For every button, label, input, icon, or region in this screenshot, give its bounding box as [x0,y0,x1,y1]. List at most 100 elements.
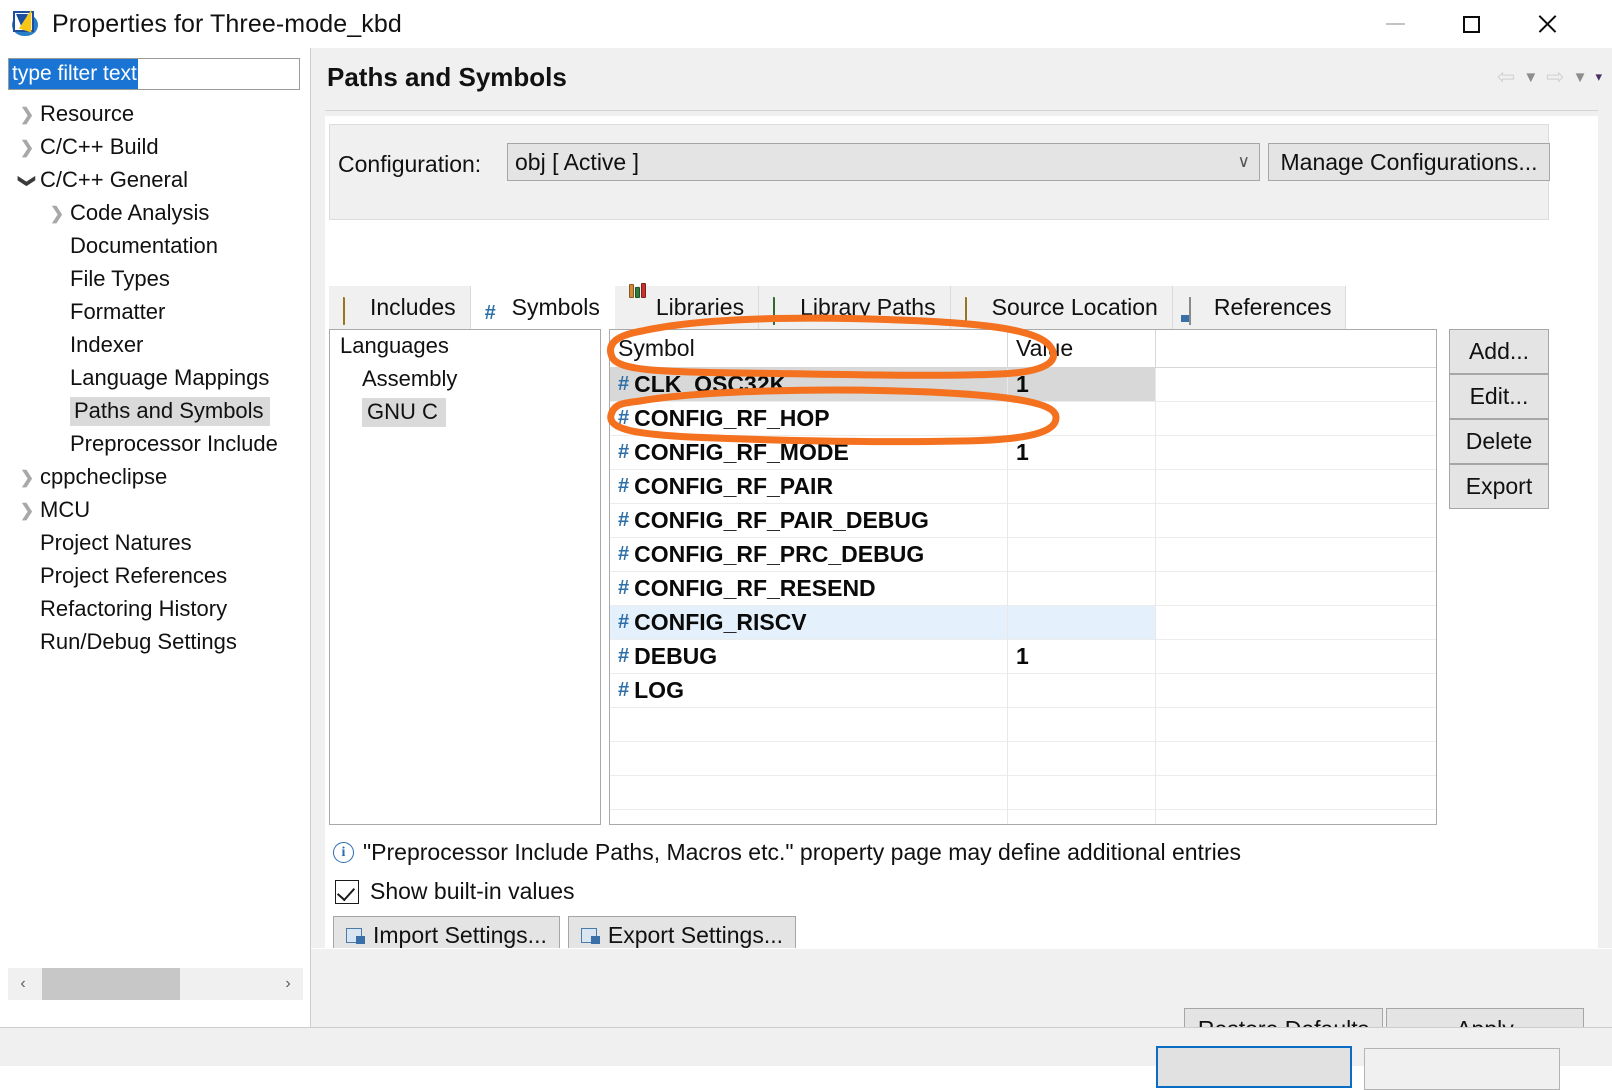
table-row[interactable]: # LOG [610,674,1436,708]
sidebar-item-label: C/C++ General [40,167,188,192]
overflow-chevron-down-icon[interactable]: ▾ [1595,69,1602,85]
checkbox-checked-icon[interactable] [335,879,359,904]
sidebar-item-file-types[interactable]: File Types [0,263,310,296]
back-menu-chevron-down-icon[interactable]: ▼ [1523,69,1538,86]
sidebar-horizontal-scrollbar[interactable]: ‹ › [8,968,303,1000]
configuration-group: Configuration: obj [ Active ] ∨ Manage C… [329,124,1550,220]
maximize-button[interactable] [1440,0,1502,48]
dialog-primary-button[interactable] [1156,1046,1352,1088]
show-builtin-values-checkbox[interactable]: Show built-in values [335,878,575,905]
sidebar-item-c-c-general[interactable]: ❯ C/C++ General [0,164,310,197]
page-header: Paths and Symbols ⇦ ▼ ⇨ ▼ ▾ [311,48,1612,110]
dialog-secondary-button[interactable] [1364,1048,1560,1090]
table-row[interactable]: # DEBUG 1 [610,640,1436,674]
tab-label: Library Paths [800,294,936,320]
preprocessor-info-note: i "Preprocessor Include Paths, Macros et… [333,839,1241,866]
chevron-right-icon[interactable]: ❯ [14,468,40,488]
table-row-empty[interactable] [610,742,1436,776]
scroll-right-arrow-icon[interactable]: › [273,968,303,1000]
minimize-button[interactable] [1364,0,1426,48]
symbol-value: 1 [1016,643,1029,669]
close-button[interactable] [1516,0,1578,48]
tab-includes[interactable]: Includes [329,286,471,329]
sidebar-item-indexer[interactable]: Indexer [0,329,310,362]
languages-panel[interactable]: Languages Assembly GNU C [329,329,601,825]
export-icon [580,927,600,944]
table-row-empty[interactable] [610,776,1436,810]
table-row[interactable]: # CONFIG_RF_MODE 1 [610,436,1436,470]
value-cell [1008,402,1156,436]
properties-content-pane: Paths and Symbols ⇦ ▼ ⇨ ▼ ▾ Configuratio… [311,48,1612,1066]
hash-icon: # [618,679,630,701]
chevron-right-icon[interactable]: ❯ [14,138,40,158]
language-item-assembly[interactable]: Assembly [330,363,600,396]
symbol-name: CONFIG_RF_PAIR [634,473,834,499]
sidebar-item-project-references[interactable]: Project References [0,560,310,593]
settings-sidebar: type filter text ❯Resource❯C/C++ Build❯C… [0,48,310,1008]
tab-symbols[interactable]: # Symbols [470,286,615,329]
add-button[interactable]: Add... [1449,329,1549,374]
empty-cell [1008,810,1156,824]
filler-cell [1156,538,1436,572]
sidebar-item-cppcheclipse[interactable]: ❯ cppcheclipse [0,461,310,494]
sidebar-item-project-natures[interactable]: Project Natures [0,527,310,560]
chevron-right-icon[interactable]: ❯ [14,501,40,521]
sidebar-item-code-analysis[interactable]: ❯ Code Analysis [0,197,310,230]
filter-input[interactable] [8,58,300,90]
forward-menu-chevron-down-icon[interactable]: ▼ [1573,69,1588,86]
delete-button[interactable]: Delete [1449,419,1549,464]
tab-library-paths[interactable]: Library Paths [759,286,951,329]
settings-tree: ❯ Resource ❯ C/C++ Build ❯ C/C++ General ❯ Code… [0,98,310,659]
sidebar-item-mcu[interactable]: ❯ MCU [0,494,310,527]
hash-icon: # [618,475,630,497]
value-cell: 1 [1008,436,1156,470]
export-button[interactable]: Export [1449,464,1549,509]
value-cell: 1 [1008,640,1156,674]
chevron-right-icon[interactable]: ❯ [14,105,40,125]
sidebar-item-label: Project Natures [40,530,192,555]
sidebar-item-run-debug-settings[interactable]: Run/Debug Settings [0,626,310,659]
chevron-down-icon[interactable]: ❯ [17,168,37,194]
filler-cell [1156,504,1436,538]
back-arrow-icon[interactable]: ⇦ [1497,64,1515,90]
table-row[interactable]: # CONFIG_RF_PAIR [610,470,1436,504]
sidebar-item-refactoring-history[interactable]: Refactoring History [0,593,310,626]
sidebar-item-language-mappings[interactable]: Language Mappings [0,362,310,395]
hash-icon: # [618,611,630,633]
column-header-symbol[interactable]: Symbol [610,330,1008,367]
maximize-icon [1462,15,1480,33]
empty-cell [1156,708,1436,742]
sidebar-item-paths-and-symbols[interactable]: Paths and Symbols [0,395,310,428]
language-item-gnu-c[interactable]: GNU C [330,396,600,429]
symbol-cell: # LOG [610,674,1008,708]
sidebar-item-preprocessor-include[interactable]: Preprocessor Include [0,428,310,461]
table-row-empty[interactable] [610,708,1436,742]
sidebar-item-formatter[interactable]: Formatter [0,296,310,329]
symbol-name: CONFIG_RF_HOP [634,405,830,431]
sidebar-item-label: Formatter [70,299,166,324]
symbol-name: CLK_OSC32K [634,371,787,397]
chevron-right-icon[interactable]: ❯ [44,204,70,224]
table-row[interactable]: # CONFIG_RISCV [610,606,1436,640]
table-row[interactable]: # CONFIG_RF_RESEND [610,572,1436,606]
tab-references[interactable]: References [1172,286,1347,329]
sidebar-item-documentation[interactable]: Documentation [0,230,310,263]
table-row-empty[interactable] [610,810,1436,824]
edit-button[interactable]: Edit... [1449,374,1549,419]
scroll-left-arrow-icon[interactable]: ‹ [8,968,38,1000]
table-row[interactable]: # CLK_OSC32K 1 [610,368,1436,402]
tab-source-location[interactable]: Source Location [950,286,1173,329]
scrollbar-thumb[interactable] [42,968,180,1000]
table-row[interactable]: # CONFIG_RF_HOP [610,402,1436,436]
table-row[interactable]: # CONFIG_RF_PAIR_DEBUG [610,504,1436,538]
sidebar-item-c-c-build[interactable]: ❯ C/C++ Build [0,131,310,164]
forward-arrow-icon[interactable]: ⇨ [1546,64,1564,90]
symbol-cell: # CONFIG_RF_PAIR [610,470,1008,504]
symbols-table[interactable]: Symbol Value # CLK_OSC32K 1 # CONFIG_RF_HOP #… [609,329,1437,825]
tab-libraries[interactable]: Libraries [614,282,760,329]
configuration-select[interactable]: obj [ Active ] ∨ [507,143,1260,181]
manage-configurations-button[interactable]: Manage Configurations... [1268,143,1550,181]
sidebar-item-resource[interactable]: ❯ Resource [0,98,310,131]
table-row[interactable]: # CONFIG_RF_PRC_DEBUG [610,538,1436,572]
column-header-value[interactable]: Value [1008,330,1156,367]
